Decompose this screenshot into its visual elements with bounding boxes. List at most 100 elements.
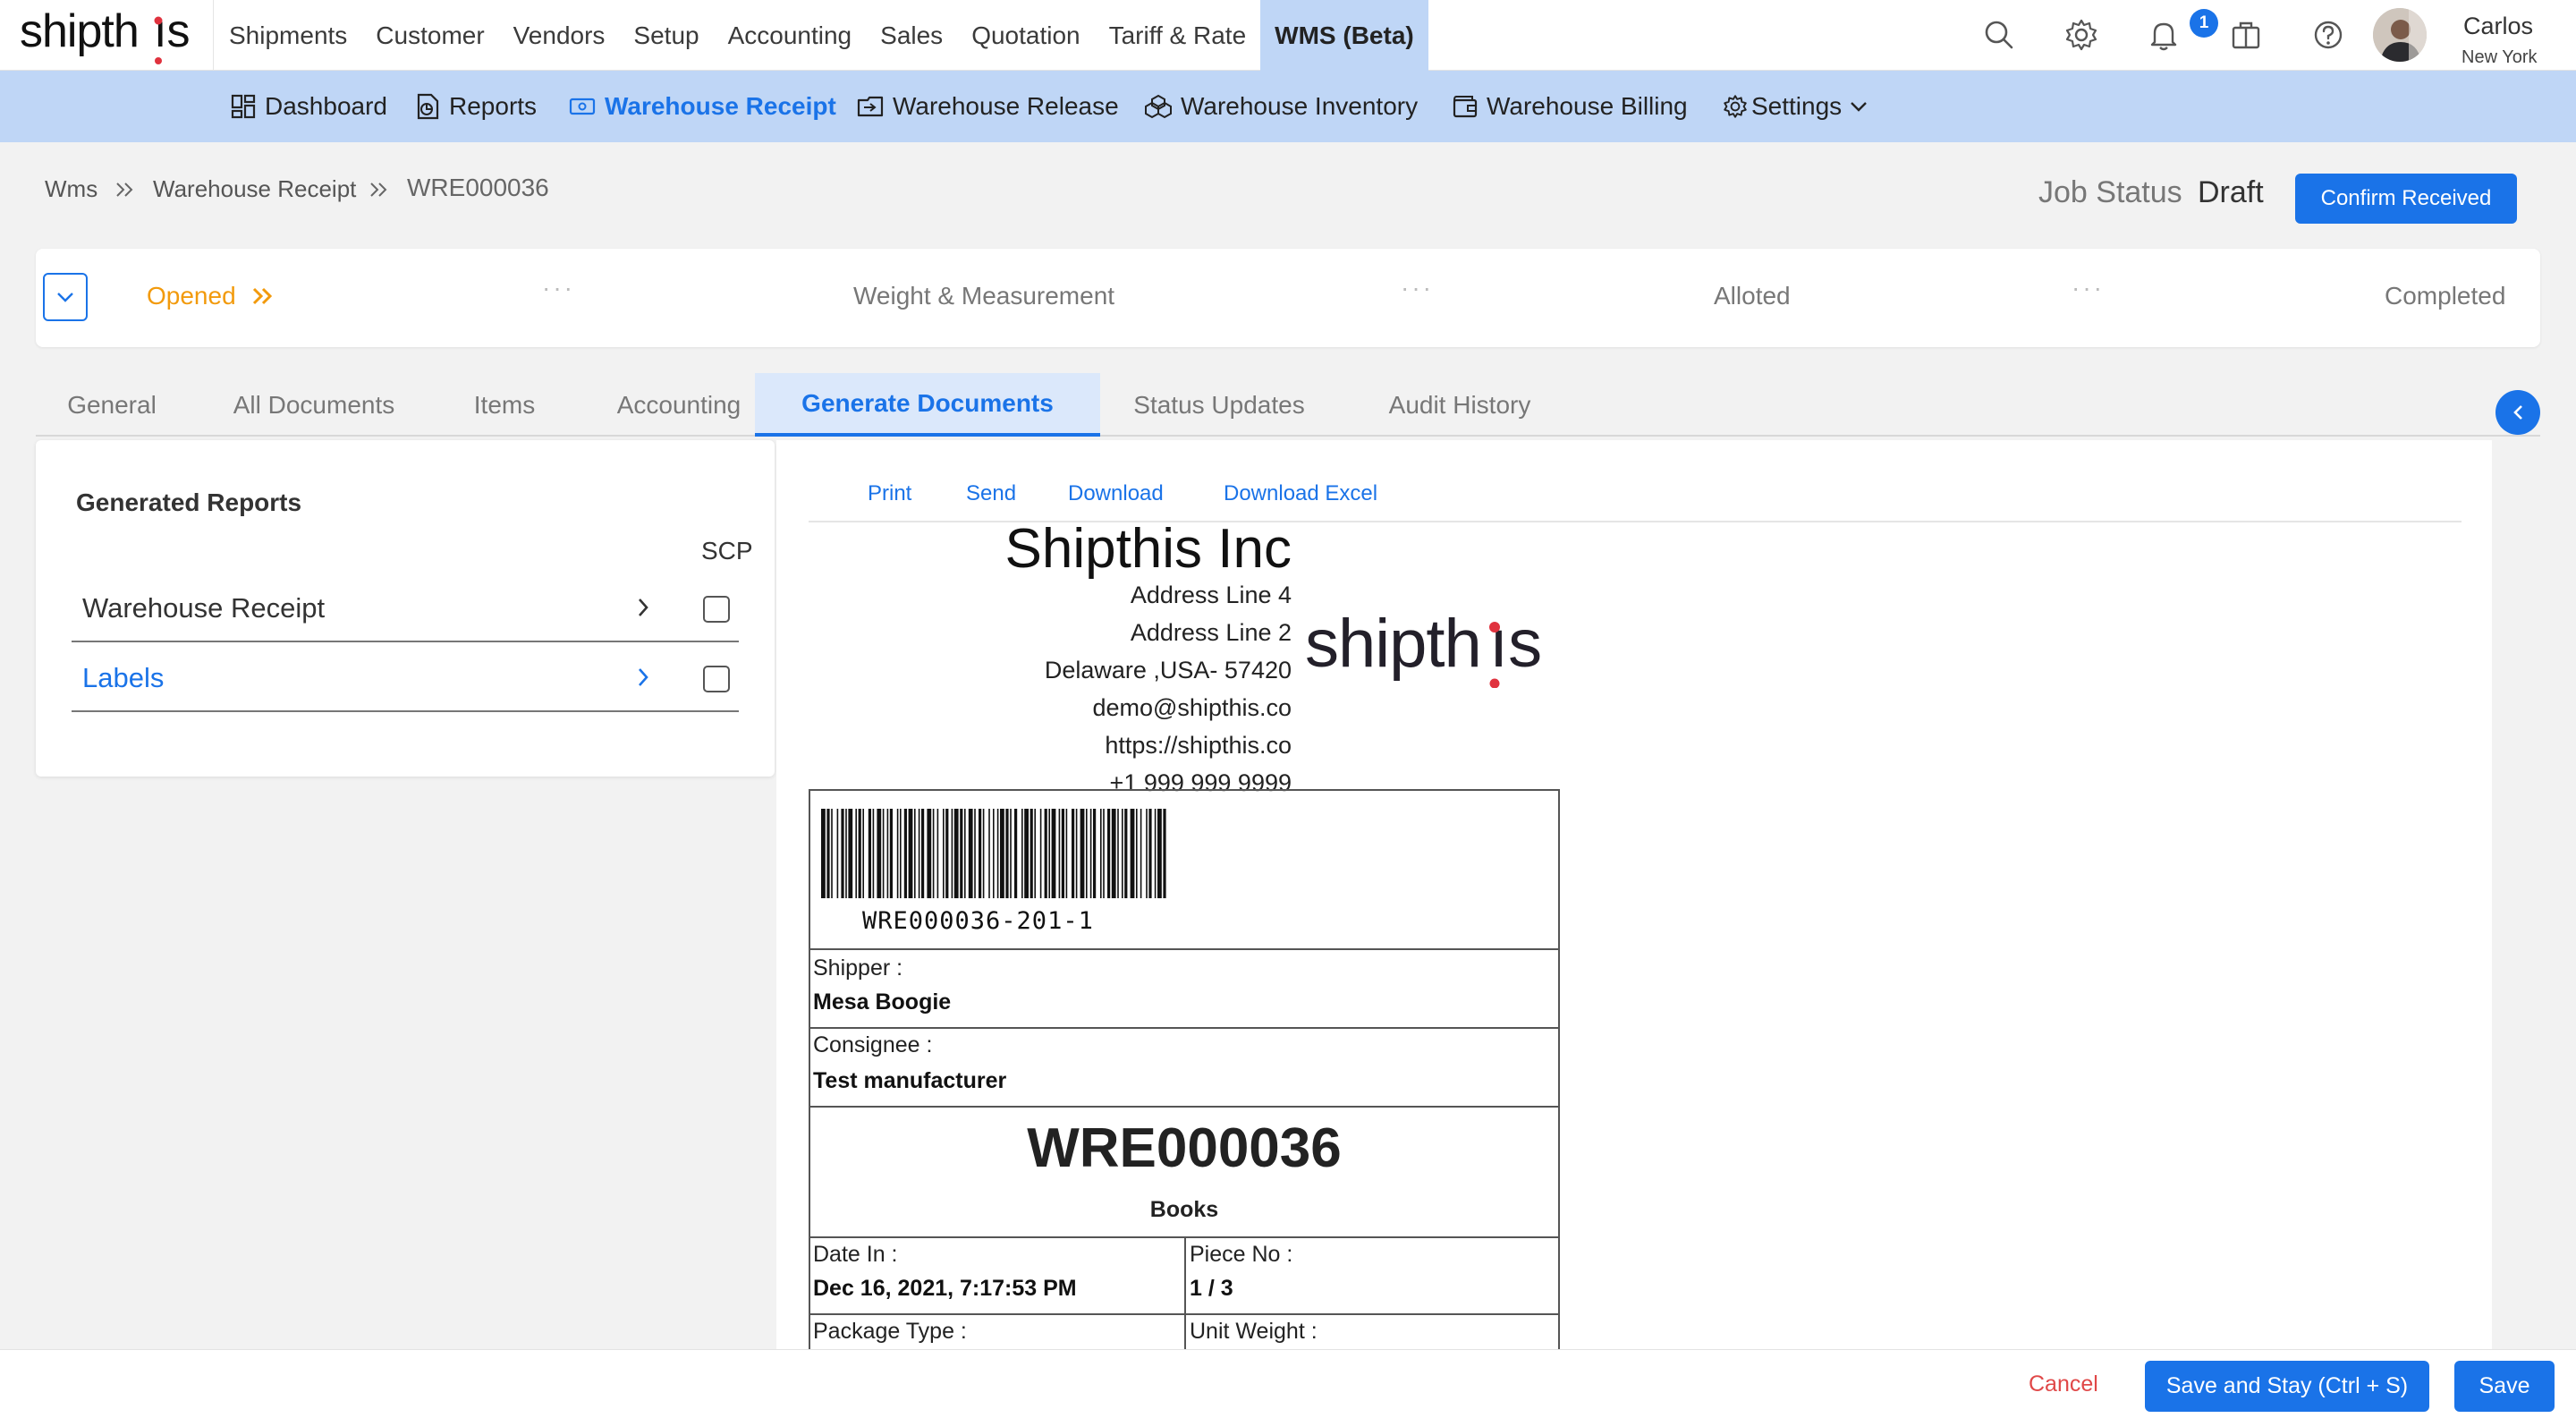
consignee-label: Consignee :: [813, 1032, 933, 1057]
svg-text:shipth: shipth: [1305, 616, 1481, 682]
help-icon[interactable]: [2311, 18, 2345, 52]
nav-quotation[interactable]: Quotation: [957, 0, 1094, 71]
subnav-warehouse-inventory[interactable]: Warehouse Inventory: [1145, 71, 1418, 142]
briefcase-icon[interactable]: [2229, 18, 2263, 52]
step-opened: Opened: [147, 282, 275, 310]
print-action[interactable]: Print: [868, 481, 911, 506]
subnav-settings[interactable]: Settings: [1723, 71, 1877, 142]
scp-checkbox[interactable]: [703, 666, 730, 692]
job-progress-stepper: Opened ··· Weight & Measurement ··· Allo…: [36, 249, 2540, 347]
tab-audit-history[interactable]: Audit History: [1338, 373, 1581, 437]
barcode-image: [821, 809, 1166, 898]
nav-wms-beta[interactable]: WMS (Beta): [1260, 0, 1428, 71]
nav-vendors[interactable]: Vendors: [499, 0, 620, 71]
job-status-label: Job Status: [2038, 175, 2182, 209]
chevron-down-icon: [1851, 102, 1868, 112]
document-logo: shipth ıs: [1305, 616, 1542, 688]
tab-generate-documents[interactable]: Generate Documents: [755, 373, 1100, 437]
subnav-settings-label: Settings: [1751, 92, 1843, 120]
settings-gear-icon: [1724, 95, 1747, 118]
chevron-right-icon[interactable]: [635, 666, 651, 689]
chevron-right-icon[interactable]: [635, 596, 651, 619]
subnav-dashboard[interactable]: Dashboard: [231, 71, 387, 142]
date-in-value: Dec 16, 2021, 7:17:53 PM: [813, 1276, 1077, 1301]
main-menu: Shipments Customer Vendors Setup Account…: [215, 0, 1428, 71]
save-button[interactable]: Save: [2454, 1361, 2555, 1412]
user-photo-icon: [2373, 8, 2427, 62]
date-piece-row: Date In : Dec 16, 2021, 7:17:53 PM Piece…: [810, 1238, 1558, 1315]
company-email: demo@shipthis.co: [1092, 694, 1292, 721]
stepper-collapse-toggle[interactable]: [43, 273, 88, 321]
column-divider: [1184, 1238, 1186, 1315]
nav-sales[interactable]: Sales: [866, 0, 957, 71]
shipthis-logo[interactable]: shipth ıs: [20, 4, 215, 66]
scp-checkbox[interactable]: [703, 596, 730, 623]
package-weight-row: Package Type : Unit Weight :: [810, 1315, 1558, 1349]
shipper-row: Shipper : Mesa Boogie: [810, 950, 1558, 1029]
gear-icon[interactable]: [2064, 18, 2098, 52]
bell-icon[interactable]: [2147, 18, 2181, 52]
nav-customer[interactable]: Customer: [361, 0, 498, 71]
report-row-warehouse-receipt[interactable]: Warehouse Receipt: [72, 573, 739, 642]
inventory-icon: [1145, 94, 1172, 119]
breadcrumb-wms[interactable]: Wms: [45, 175, 97, 203]
tab-accounting[interactable]: Accounting: [578, 373, 780, 437]
company-name: Shipthis Inc: [1004, 518, 1292, 580]
notification-count-badge: 1: [2190, 9, 2218, 38]
chevron-left-icon: [2513, 405, 2522, 420]
tab-status-updates[interactable]: Status Updates: [1088, 373, 1351, 437]
breadcrumb-warehouse-receipt[interactable]: Warehouse Receipt: [153, 175, 356, 203]
avatar[interactable]: [2373, 8, 2427, 62]
side-panel-toggle[interactable]: [2496, 390, 2540, 435]
breadcrumb-current: WRE000036: [407, 174, 549, 201]
step-weight-measurement: Weight & Measurement: [853, 282, 1115, 310]
piece-no-value: 1 / 3: [1190, 1276, 1233, 1301]
piece-no-label: Piece No :: [1190, 1242, 1293, 1267]
user-location: New York: [2462, 47, 2538, 67]
subnav-warehouse-billing-label: Warehouse Billing: [1487, 92, 1688, 120]
search-icon[interactable]: [1982, 18, 2016, 52]
report-label[interactable]: Labels: [82, 662, 164, 694]
subnav-warehouse-billing[interactable]: Warehouse Billing: [1453, 71, 1688, 142]
barcode-row: WRE000036-201-1: [810, 791, 1558, 950]
tab-all-documents[interactable]: All Documents: [197, 373, 431, 437]
consignee-row: Consignee : Test manufacturer: [810, 1029, 1558, 1108]
cancel-button[interactable]: Cancel: [2029, 1371, 2098, 1397]
reports-icon: [417, 93, 439, 120]
form-footer: Cancel Save and Stay (Ctrl + S) Save: [0, 1349, 2576, 1418]
confirm-received-button[interactable]: Confirm Received: [2295, 174, 2517, 224]
nav-accounting[interactable]: Accounting: [714, 0, 867, 71]
nav-setup[interactable]: Setup: [619, 0, 713, 71]
nav-shipments[interactable]: Shipments: [215, 0, 361, 71]
record-tabs: General All Documents Items Accounting G…: [36, 373, 2540, 437]
subnav-warehouse-receipt[interactable]: Warehouse Receipt: [569, 71, 836, 142]
nav-tariff-rate[interactable]: Tariff & Rate: [1095, 0, 1261, 71]
send-action[interactable]: Send: [966, 481, 1016, 506]
user-name[interactable]: Carlos: [2463, 13, 2533, 40]
step-completed: Completed: [2385, 282, 2506, 310]
report-row-labels[interactable]: Labels: [72, 642, 739, 712]
step-alloted: Alloted: [1714, 282, 1791, 310]
download-excel-action[interactable]: Download Excel: [1224, 481, 1377, 506]
receipt-number: WRE000036: [1027, 1117, 1342, 1179]
save-and-stay-button[interactable]: Save and Stay (Ctrl + S): [2145, 1361, 2429, 1412]
receipt-icon: [569, 98, 596, 115]
tab-general[interactable]: General: [36, 373, 188, 437]
double-chevron-right-icon: [116, 183, 133, 197]
tab-items[interactable]: Items: [440, 373, 569, 437]
scp-column-header: SCP: [701, 537, 753, 565]
subnav-warehouse-release[interactable]: Warehouse Release: [857, 71, 1119, 142]
download-action[interactable]: Download: [1068, 481, 1164, 506]
shipping-label: WRE000036-201-1 Shipper : Mesa Boogie Co…: [809, 789, 1560, 1349]
address-line: Address Line 2: [1130, 619, 1292, 646]
subnav-reports[interactable]: Reports: [415, 71, 537, 142]
subnav-reports-label: Reports: [449, 92, 538, 120]
report-label[interactable]: Warehouse Receipt: [82, 592, 325, 624]
commodity: Books: [1149, 1197, 1219, 1222]
subnav-warehouse-inventory-label: Warehouse Inventory: [1181, 92, 1419, 120]
shipper-value: Mesa Boogie: [813, 989, 952, 1015]
subnav-warehouse-receipt-label: Warehouse Receipt: [605, 92, 836, 120]
generated-reports-title: Generated Reports: [76, 488, 302, 516]
package-type-label: Package Type :: [813, 1319, 967, 1344]
barcode-text: WRE000036-201-1: [862, 907, 1094, 935]
